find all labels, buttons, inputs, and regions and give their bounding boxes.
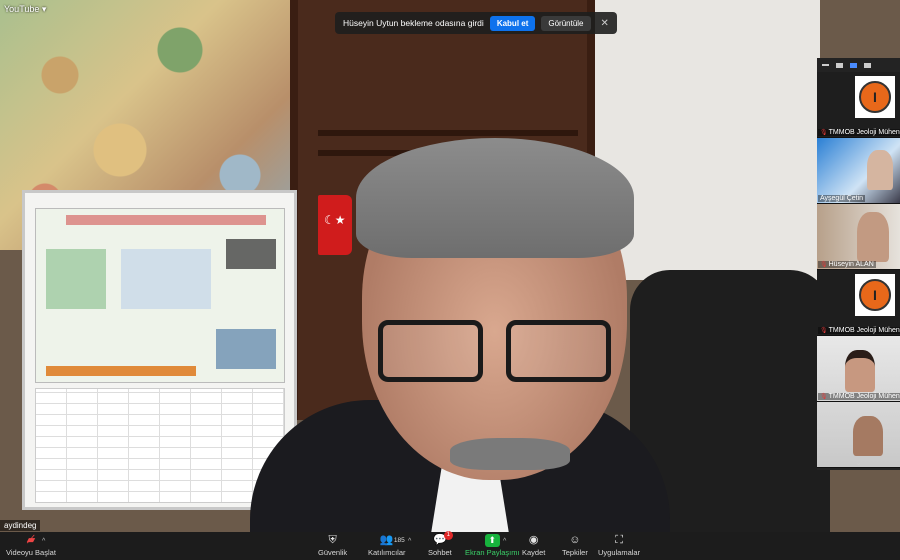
participants-icon: 👥 185 xyxy=(379,534,405,546)
reactions-label: Tepkiler xyxy=(562,548,588,557)
reactions-button[interactable]: ☺ Tepkiler xyxy=(562,534,588,557)
security-label: Güvenlik xyxy=(318,548,348,557)
gallery-tile[interactable]: I 🎙TMMOB Jeoloji Mühen xyxy=(817,270,900,336)
gallery-panel: I 🎙TMMOB Jeoloji Mühen Ayşegül Çetin 🎙Hü… xyxy=(817,58,900,470)
chat-icon: 💬 1 xyxy=(433,531,453,547)
poster xyxy=(35,208,285,383)
share-screen-icon: ⬆ xyxy=(484,534,501,547)
close-icon[interactable]: ✕ xyxy=(597,18,609,29)
mic-muted-icon: 🎙 xyxy=(820,394,828,400)
person-hair xyxy=(356,138,634,258)
gallery-tile[interactable]: I 🎙TMMOB Jeoloji Mühen xyxy=(817,72,900,138)
chevron-up-icon[interactable]: ^ xyxy=(503,538,506,545)
table-sheet xyxy=(35,388,285,503)
record-label: Kaydet xyxy=(522,548,546,557)
turkish-flag xyxy=(318,195,352,255)
tmmob-logo-icon: I xyxy=(855,274,895,316)
poster-board xyxy=(22,190,297,510)
mic-muted-icon: 🎙 xyxy=(820,130,828,136)
view-button[interactable]: Görüntüle xyxy=(541,15,591,31)
mic-muted-icon: 🎙 xyxy=(820,262,828,268)
apps-label: Uygulamalar xyxy=(598,548,641,557)
mustache xyxy=(450,438,570,470)
reactions-icon: ☺ xyxy=(569,534,581,546)
record-icon: ◉ xyxy=(528,534,539,546)
youtube-label[interactable]: YouTube ▾ xyxy=(4,4,46,15)
video-off-icon: ▰̸ xyxy=(26,534,36,546)
speaker-view-icon[interactable] xyxy=(850,62,857,68)
participants-button[interactable]: 👥 185 Katılımcılar xyxy=(368,534,406,557)
waiting-room-notification: Hüseyin Uytun bekleme odasına girdi Kabu… xyxy=(335,12,617,34)
glasses xyxy=(378,320,618,390)
grid-view-icon[interactable] xyxy=(864,62,871,68)
tile-label: TMMOB Jeoloji Mühen xyxy=(828,327,900,334)
start-video-button[interactable]: ▰̸ Videoyu Başlat xyxy=(6,534,56,557)
participants-count: 185 xyxy=(393,537,405,544)
gallery-tile[interactable]: 🎙TMMOB Jeoloji Mühen xyxy=(817,336,900,402)
minimize-icon[interactable] xyxy=(822,64,829,66)
participants-label: Katılımcılar xyxy=(368,548,406,557)
tile-label: Hüseyin ALAN xyxy=(828,261,874,268)
chat-badge: 1 xyxy=(443,531,453,540)
shield-icon: ⛨ xyxy=(328,534,337,546)
start-video-label: Videoyu Başlat xyxy=(6,548,56,557)
mic-muted-icon: 🎙 xyxy=(820,328,828,334)
chat-button[interactable]: 💬 1 Sohbet xyxy=(428,531,453,557)
hide-icon[interactable] xyxy=(836,62,843,68)
main-video: YouTube ▾ Hüseyin Uytun bekleme odasına … xyxy=(0,0,900,532)
apps-icon: ⛶ xyxy=(615,534,623,546)
chevron-up-icon[interactable]: ^ xyxy=(42,538,45,545)
record-button[interactable]: ◉ Kaydet xyxy=(522,534,545,557)
tile-label: TMMOB Jeoloji Mühen xyxy=(828,393,900,400)
apps-button[interactable]: ⛶ Uygulamalar xyxy=(598,534,640,557)
tile-label: Ayşegül Çetin xyxy=(820,195,864,202)
share-screen-button[interactable]: ⬆ Ekran Paylaşımı xyxy=(465,534,520,557)
speaker-name-tag: aydindeg xyxy=(0,520,41,531)
meeting-toolbar: ▰̸ Videoyu Başlat ^ ⛨ Güvenlik 👥 185 Katı… xyxy=(0,531,900,560)
security-button[interactable]: ⛨ Güvenlik xyxy=(318,534,347,557)
accept-button[interactable]: Kabul et xyxy=(489,15,536,31)
share-screen-label: Ekran Paylaşımı xyxy=(465,548,520,557)
notification-message: Hüseyin Uytun bekleme odasına girdi xyxy=(343,18,484,28)
chevron-up-icon[interactable]: ^ xyxy=(408,538,411,545)
tile-label: TMMOB Jeoloji Mühen xyxy=(828,129,900,136)
chat-label: Sohbet xyxy=(428,548,452,557)
gallery-tile[interactable]: 🎙Hüseyin ALAN xyxy=(817,204,900,270)
chevron-down-icon[interactable]: ⌄ xyxy=(817,457,900,468)
gallery-tile[interactable]: Ayşegül Çetin xyxy=(817,138,900,204)
gallery-toolbar xyxy=(817,58,900,72)
tmmob-logo-icon: I xyxy=(855,76,895,118)
